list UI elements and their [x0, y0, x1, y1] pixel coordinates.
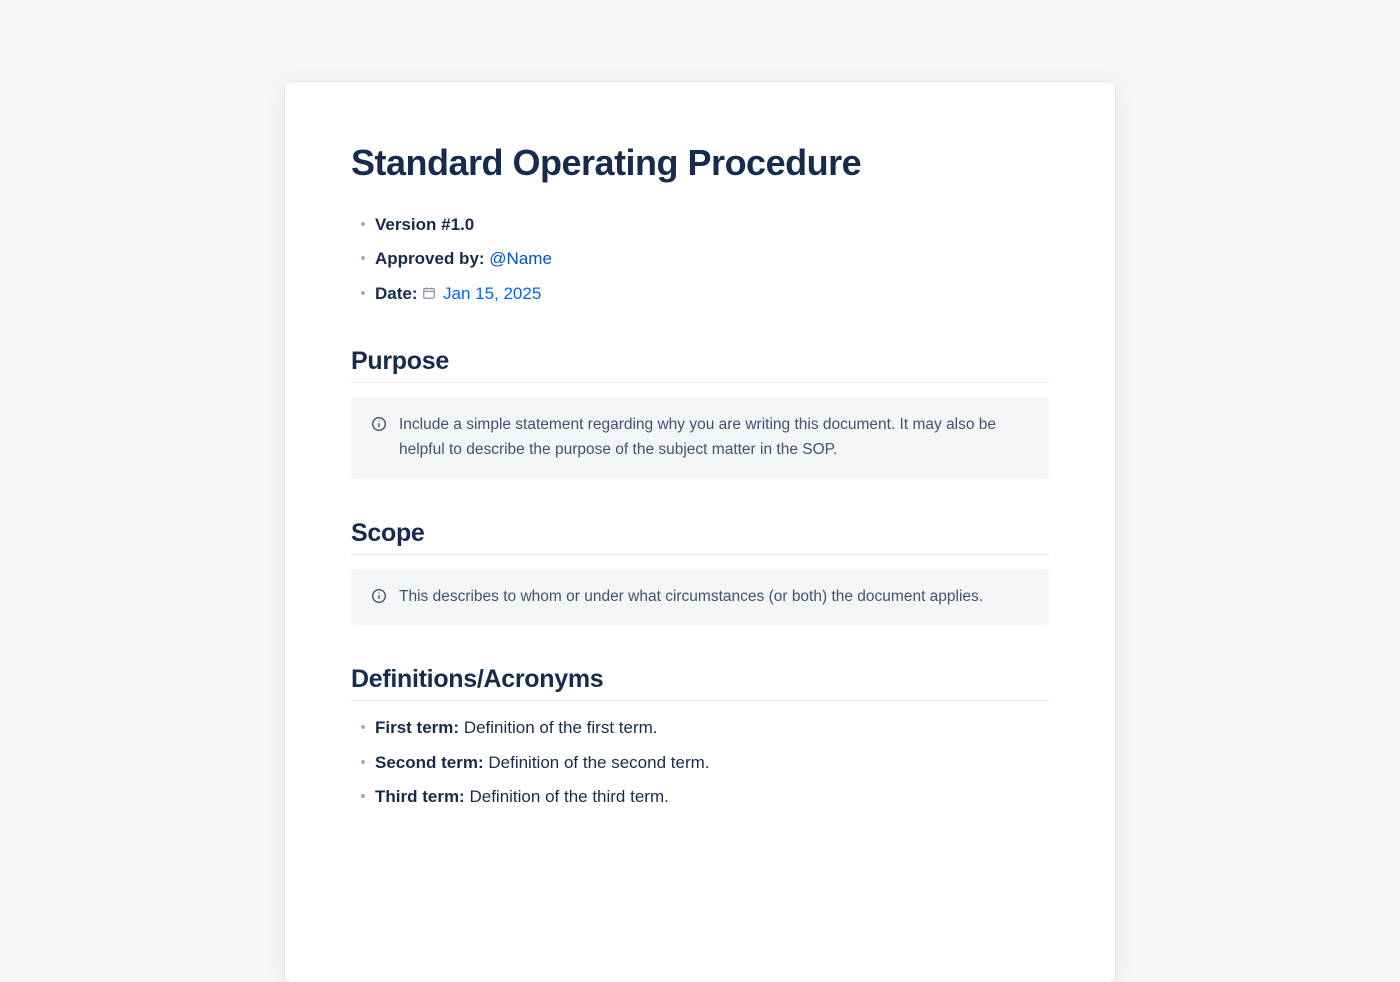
panel-scope-text: This describes to whom or under what cir… [399, 585, 983, 610]
info-icon [371, 416, 387, 432]
list-item: Third term: Definition of the third term… [351, 784, 1049, 810]
definitions-list: First term: Definition of the first term… [351, 715, 1049, 810]
meta-list: Version #1.0 Approved by: @Name Date: Ja… [351, 212, 1049, 307]
meta-date: Date: Jan 15, 2025 [351, 281, 1049, 307]
panel-purpose-text: Include a simple statement regarding why… [399, 413, 1029, 463]
version-label: Version # [375, 215, 451, 234]
date-field[interactable]: Jan 15, 2025 [422, 284, 541, 303]
list-item: First term: Definition of the first term… [351, 715, 1049, 741]
meta-version: Version #1.0 [351, 212, 1049, 238]
term: First term: [375, 718, 459, 737]
date-label: Date: [375, 284, 418, 303]
heading-definitions: Definitions/Acronyms [351, 665, 1049, 701]
meta-approved-by: Approved by: @Name [351, 246, 1049, 272]
panel-scope: This describes to whom or under what cir… [351, 569, 1049, 626]
approved-label: Approved by: [375, 249, 485, 268]
approver-mention[interactable]: @Name [489, 249, 552, 268]
panel-purpose: Include a simple statement regarding why… [351, 397, 1049, 479]
list-item: Second term: Definition of the second te… [351, 750, 1049, 776]
info-icon [371, 588, 387, 604]
definition: Definition of the second term. [488, 753, 709, 772]
page-title: Standard Operating Procedure [351, 142, 1049, 184]
term: Second term: [375, 753, 484, 772]
version-value: 1.0 [451, 215, 475, 234]
definition: Definition of the first term. [464, 718, 658, 737]
calendar-icon [422, 286, 436, 300]
heading-scope: Scope [351, 519, 1049, 555]
heading-purpose: Purpose [351, 347, 1049, 383]
date-value: Jan 15, 2025 [443, 284, 541, 303]
document-page: Standard Operating Procedure Version #1.… [285, 82, 1115, 982]
term: Third term: [375, 787, 465, 806]
definition: Definition of the third term. [469, 787, 668, 806]
